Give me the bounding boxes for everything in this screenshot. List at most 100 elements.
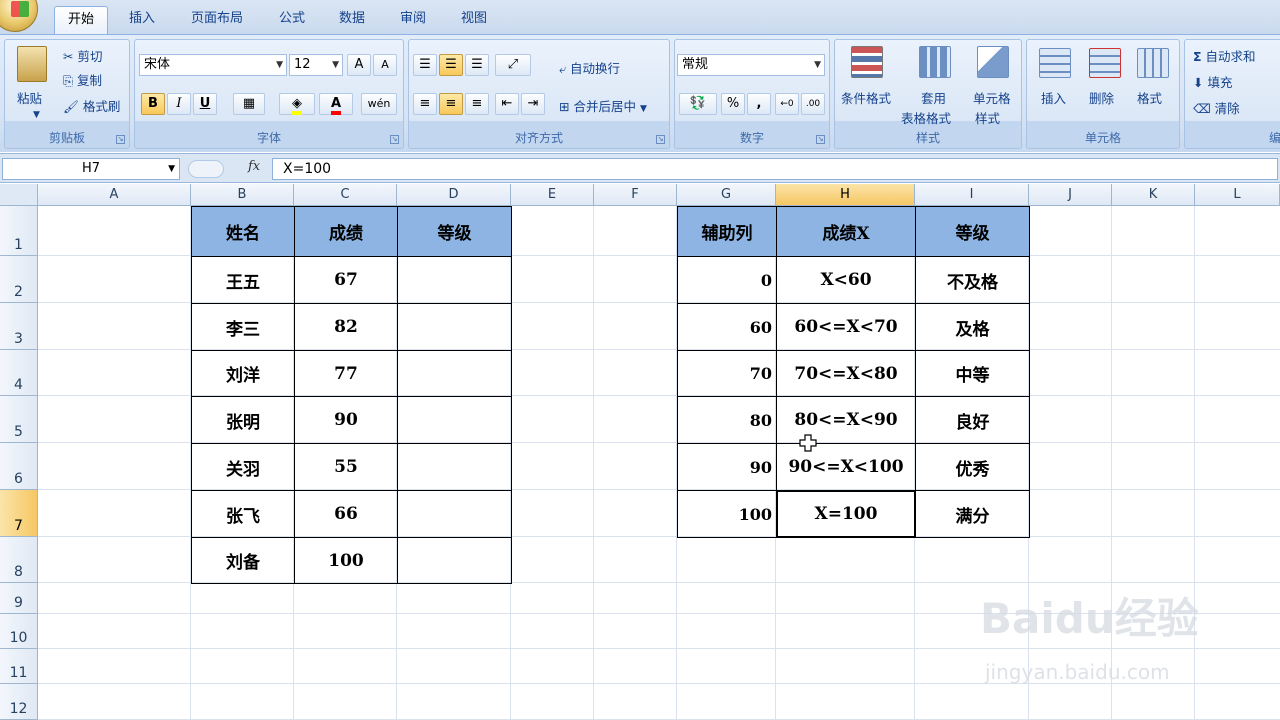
increase-decimal-button[interactable]: ←0 xyxy=(775,93,799,115)
column-header-f[interactable]: F xyxy=(594,184,677,206)
column-header-l[interactable]: L xyxy=(1195,184,1280,206)
expand-handle-icon[interactable] xyxy=(188,160,224,178)
row-header-7[interactable]: 7 xyxy=(0,490,38,537)
column-header-b[interactable]: B xyxy=(191,184,294,206)
column-header-g[interactable]: G xyxy=(677,184,776,206)
table-format-icon[interactable] xyxy=(919,46,951,78)
score-range-cell[interactable]: 70<=X<80 xyxy=(776,350,916,397)
delete-cells-button[interactable]: 删除 xyxy=(1089,88,1114,107)
score-range-cell[interactable]: 80<=X<90 xyxy=(776,396,916,444)
row-header-2[interactable]: 2 xyxy=(0,256,38,303)
grade-level-cell[interactable]: 满分 xyxy=(915,490,1030,538)
score-range-header[interactable]: 成绩X xyxy=(776,206,916,257)
align-middle-button[interactable]: ☰ xyxy=(439,54,463,76)
row-header-10[interactable]: 10 xyxy=(0,614,38,649)
align-bottom-button[interactable]: ☰ xyxy=(465,54,489,76)
helper-cell[interactable]: 0 xyxy=(677,256,777,304)
score-cell[interactable]: 100 xyxy=(294,537,398,584)
column-header-a[interactable]: A xyxy=(38,184,191,206)
score-cell[interactable]: 82 xyxy=(294,303,398,351)
align-right-button[interactable]: ≡ xyxy=(465,93,489,115)
shrink-font-button[interactable]: A xyxy=(373,54,397,76)
name-cell[interactable]: 刘洋 xyxy=(191,350,295,397)
grade-cell[interactable] xyxy=(397,537,512,584)
number-launcher-icon[interactable]: ↘ xyxy=(816,135,825,144)
merge-center-button[interactable]: ⊞ 合并后居中 ▼ xyxy=(559,96,647,115)
score-cell[interactable]: 77 xyxy=(294,350,398,397)
row-header-9[interactable]: 9 xyxy=(0,583,38,614)
format-cells-button[interactable]: 格式 xyxy=(1137,88,1162,107)
score-cell[interactable]: 55 xyxy=(294,443,398,491)
clipboard-launcher-icon[interactable]: ↘ xyxy=(116,135,125,144)
name-cell[interactable]: 刘备 xyxy=(191,537,295,584)
grade-level-cell[interactable]: 优秀 xyxy=(915,443,1030,491)
score-cell[interactable]: 66 xyxy=(294,490,398,538)
copy-button[interactable]: ⎘ 复制 xyxy=(63,70,102,89)
cut-button[interactable]: ✂ 剪切 xyxy=(63,46,102,65)
tab-insert[interactable]: 插入 xyxy=(118,6,166,34)
conditional-format-button[interactable]: 条件格式 xyxy=(841,88,891,107)
clear-button[interactable]: ⌫ 清除 xyxy=(1193,98,1240,117)
bold-button[interactable]: B xyxy=(141,93,165,115)
column-header-d[interactable]: D xyxy=(397,184,511,206)
row-header-12[interactable]: 12 xyxy=(0,684,38,720)
score-range-cell[interactable]: X=100 xyxy=(776,490,916,538)
name-cell[interactable]: 王五 xyxy=(191,256,295,304)
align-center-button[interactable]: ≡ xyxy=(439,93,463,115)
alignment-launcher-icon[interactable]: ↘ xyxy=(656,135,665,144)
autosum-button[interactable]: Σ 自动求和 xyxy=(1193,46,1256,65)
helper-cell[interactable]: 60 xyxy=(677,303,777,351)
grade-header[interactable]: 等级 xyxy=(397,206,512,257)
cell-styles-icon[interactable] xyxy=(977,46,1009,78)
decrease-indent-button[interactable]: ⇤ xyxy=(495,93,519,115)
format-painter-button[interactable]: 🖌 格式刷 xyxy=(63,96,120,115)
score-cell[interactable]: 67 xyxy=(294,256,398,304)
tab-data[interactable]: 数据 xyxy=(328,6,376,34)
tab-formulas[interactable]: 公式 xyxy=(268,6,316,34)
number-format-select[interactable]: 常规 ▼ xyxy=(677,54,825,76)
name-cell[interactable]: 关羽 xyxy=(191,443,295,491)
grade-cell[interactable] xyxy=(397,443,512,491)
format-cells-icon[interactable] xyxy=(1137,48,1169,78)
row-header-6[interactable]: 6 xyxy=(0,443,38,490)
helper-cell[interactable]: 80 xyxy=(677,396,777,444)
font-launcher-icon[interactable]: ↘ xyxy=(390,135,399,144)
helper-cell[interactable]: 100 xyxy=(677,490,777,538)
currency-button[interactable]: 💱 xyxy=(679,93,717,115)
column-header-i[interactable]: I xyxy=(915,184,1029,206)
fill-color-button[interactable]: ◈ xyxy=(279,93,315,115)
delete-cells-icon[interactable] xyxy=(1089,48,1121,78)
helper-header[interactable]: 辅助列 xyxy=(677,206,777,257)
comma-button[interactable]: , xyxy=(747,93,771,115)
score-range-cell[interactable]: 60<=X<70 xyxy=(776,303,916,351)
align-top-button[interactable]: ☰ xyxy=(413,54,437,76)
row-header-11[interactable]: 11 xyxy=(0,649,38,684)
select-all-corner[interactable] xyxy=(0,184,38,206)
percent-button[interactable]: % xyxy=(721,93,745,115)
grade-cell[interactable] xyxy=(397,303,512,351)
cell-styles-label-1[interactable]: 单元格 xyxy=(973,88,1011,107)
conditional-format-icon[interactable] xyxy=(851,46,883,78)
grade-cell[interactable] xyxy=(397,256,512,304)
row-header-4[interactable]: 4 xyxy=(0,350,38,396)
borders-button[interactable]: ▦ xyxy=(233,93,265,115)
grade-level-header[interactable]: 等级 xyxy=(915,206,1030,257)
office-button[interactable] xyxy=(0,0,38,32)
name-header[interactable]: 姓名 xyxy=(191,206,295,257)
formula-input[interactable]: X=100 xyxy=(272,158,1278,180)
score-cell[interactable]: 90 xyxy=(294,396,398,444)
font-name-select[interactable]: 宋体 ▼ xyxy=(139,54,287,76)
wrap-text-button[interactable]: ⤶ 自动换行 xyxy=(559,58,620,77)
row-header-5[interactable]: 5 xyxy=(0,396,38,443)
table-format-label-1[interactable]: 套用 xyxy=(921,88,946,107)
helper-cell[interactable]: 90 xyxy=(677,443,777,491)
decrease-decimal-button[interactable]: .00 xyxy=(801,93,825,115)
score-header[interactable]: 成绩 xyxy=(294,206,398,257)
row-header-1[interactable]: 1 xyxy=(0,206,38,256)
insert-function-button[interactable]: fx xyxy=(248,159,260,174)
grade-cell[interactable] xyxy=(397,350,512,397)
score-range-cell[interactable]: 90<=X<100 xyxy=(776,443,916,491)
name-box[interactable]: H7 ▼ xyxy=(2,158,180,180)
name-cell[interactable]: 张明 xyxy=(191,396,295,444)
column-header-h[interactable]: H xyxy=(776,184,915,206)
